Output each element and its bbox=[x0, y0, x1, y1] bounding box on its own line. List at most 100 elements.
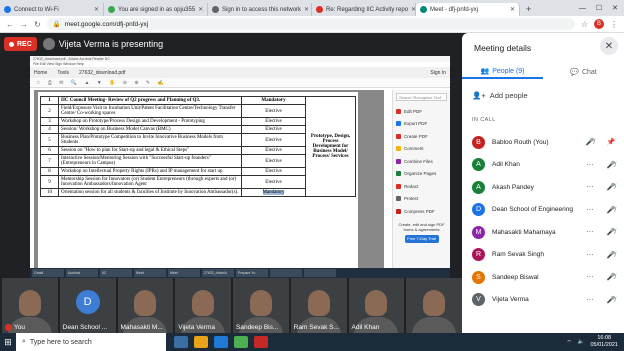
row-number: 7 bbox=[40, 154, 59, 168]
free-trial-button[interactable]: Free 7-Day Trial bbox=[404, 234, 439, 243]
mic-off-icon[interactable]: 🎤̸ bbox=[604, 251, 618, 259]
reload-icon[interactable]: ↻ bbox=[34, 20, 41, 29]
close-panel-icon[interactable]: ✕ bbox=[600, 37, 618, 55]
more-options-icon[interactable]: ⋯ bbox=[583, 251, 597, 259]
star-icon[interactable]: ☆ bbox=[581, 20, 588, 29]
mic-off-icon[interactable]: 🎤̸ bbox=[604, 206, 618, 214]
video-tile[interactable]: Ram Sevak S... bbox=[290, 278, 347, 333]
mic-off-icon[interactable]: 🎤̸ bbox=[604, 161, 618, 169]
close-tab-icon[interactable]: ✕ bbox=[94, 6, 99, 13]
acrobat-tool-item[interactable]: Protect bbox=[396, 193, 447, 206]
focus-area-cell: Prototype, Design, Process Development f… bbox=[305, 96, 356, 197]
task-view-icon[interactable] bbox=[174, 336, 188, 348]
acrobat-tool-item[interactable]: Edit PDF bbox=[396, 105, 447, 118]
acrobat-tab-home[interactable]: Home bbox=[34, 70, 47, 76]
tab-people[interactable]: 👥 People (9) bbox=[462, 65, 543, 79]
acrobat-icon[interactable] bbox=[254, 336, 268, 348]
activity-cell: Business Plan/Prototype Competition to I… bbox=[58, 133, 242, 147]
more-options-icon[interactable]: ⋯ bbox=[583, 296, 597, 304]
chrome-icon[interactable] bbox=[234, 336, 248, 348]
type-cell: Elective bbox=[241, 146, 306, 155]
participant-row[interactable]: V Vijeta Verma ⋯ 🎤̸ bbox=[472, 289, 622, 312]
more-options-icon[interactable]: ⋯ bbox=[583, 273, 597, 281]
minimize-icon[interactable]: — bbox=[579, 5, 586, 12]
more-options-icon[interactable]: ⋯ bbox=[583, 206, 597, 214]
close-tab-icon[interactable]: ✕ bbox=[510, 6, 515, 13]
presenter-info: Vijeta Verma is presenting bbox=[42, 38, 163, 50]
clock[interactable]: 16:08 05/01/2021 bbox=[590, 335, 618, 349]
mic-off-icon[interactable]: 🎤̸ bbox=[604, 228, 618, 236]
acrobat-tool-item[interactable]: Compress PDF bbox=[396, 205, 447, 218]
browser-tab[interactable]: You are signed in as opju355 ✕ bbox=[104, 3, 208, 16]
new-tab-button[interactable]: + bbox=[520, 3, 537, 16]
acrobat-tool-item[interactable]: Create PDF bbox=[396, 130, 447, 143]
participant-row[interactable]: M Mahasakti Mahamaya ⋯ 🎤̸ bbox=[472, 221, 622, 244]
shared-taskbar-item: Meet bbox=[134, 269, 166, 277]
participant-row[interactable]: S Sandeep Biswal ⋯ 🎤̸ bbox=[472, 266, 622, 289]
acrobat-tool-item[interactable]: Combine Files bbox=[396, 155, 447, 168]
browser-tab[interactable]: Re: Regarding IIC Activity repo ✕ bbox=[312, 3, 416, 16]
menu-icon[interactable]: ⋮ bbox=[610, 20, 618, 29]
mic-off-icon[interactable]: 🎤̸ bbox=[604, 273, 618, 281]
windows-start-icon[interactable]: ⊞ bbox=[0, 333, 16, 351]
maximize-icon[interactable]: ☐ bbox=[596, 4, 602, 12]
video-tile[interactable] bbox=[406, 278, 462, 333]
browser-tab[interactable]: Meet - dfj-pnfd-yxj ✕ bbox=[416, 3, 520, 16]
tab-chat[interactable]: 💬 Chat bbox=[543, 65, 624, 79]
network-icon[interactable]: ⌔ bbox=[566, 339, 571, 346]
participant-row[interactable]: A Akash Pandey ⋯ 🎤̸ bbox=[472, 176, 622, 199]
video-tile[interactable]: You bbox=[2, 278, 58, 333]
participant-row[interactable]: D Dean School of Engineering ⋯ 🎤̸ bbox=[472, 199, 622, 222]
acrobat-tool-item[interactable]: Export PDF bbox=[396, 118, 447, 131]
shared-screen: 27632_download.pdf - Adobe Acrobat Reade… bbox=[30, 56, 450, 268]
forward-icon[interactable]: → bbox=[20, 20, 28, 29]
volume-icon[interactable]: 🔈 bbox=[578, 339, 585, 345]
video-tile[interactable]: Adil Khan bbox=[348, 278, 405, 333]
file-explorer-icon[interactable] bbox=[194, 336, 208, 348]
acrobat-tab-tools[interactable]: Tools bbox=[57, 70, 69, 76]
participant-row[interactable]: R Ram Sevak Singh ⋯ 🎤̸ bbox=[472, 244, 622, 267]
acrobat-sign-in[interactable]: Sign In bbox=[430, 70, 446, 76]
mic-off-icon[interactable]: 🎤̸ bbox=[583, 138, 597, 146]
participant-name: Sandeep Biswal bbox=[492, 273, 539, 281]
tool-label: Organize Pages bbox=[404, 171, 437, 177]
participant-list: B Babloo Routh (You) 🎤̸ 📌 A Adil Khan ⋯ 🎤̸ A Akas… bbox=[472, 131, 622, 311]
edge-icon[interactable] bbox=[214, 336, 228, 348]
profile-avatar[interactable]: B bbox=[594, 19, 604, 29]
acrobat-tool-item[interactable]: Comment bbox=[396, 143, 447, 156]
video-tile[interactable]: Vijeta Verma bbox=[175, 278, 231, 333]
tool-icon bbox=[396, 208, 401, 214]
search-icon: ⌕ bbox=[22, 338, 26, 345]
acrobat-tool-item[interactable]: Redact bbox=[396, 180, 447, 193]
tab-chat-label: Chat bbox=[581, 68, 597, 76]
back-icon[interactable]: ← bbox=[6, 20, 14, 29]
browser-tab[interactable]: Sign in to access this network ✕ bbox=[208, 3, 312, 16]
participant-row[interactable]: B Babloo Routh (You) 🎤̸ 📌 bbox=[472, 131, 622, 154]
acrobat-tool-item[interactable]: Organize Pages bbox=[396, 168, 447, 181]
pin-icon[interactable]: 📌 bbox=[604, 138, 618, 146]
close-tab-icon[interactable]: ✕ bbox=[304, 6, 309, 13]
tools-search[interactable]: Search 'Recognize Text' bbox=[396, 93, 447, 101]
mic-off-icon[interactable]: 🎤̸ bbox=[604, 183, 618, 191]
type-cell: Elective bbox=[241, 167, 306, 176]
url-field[interactable]: 🔒 meet.google.com/dfj-pnfd-yxj bbox=[46, 18, 575, 30]
browser-tab[interactable]: Connect to Wi-Fi ✕ bbox=[0, 3, 104, 16]
video-tile[interactable]: Mahasakti M... bbox=[117, 278, 174, 333]
participant-row[interactable]: A Adil Khan ⋯ 🎤̸ bbox=[472, 154, 622, 177]
activity-cell: Workshop on Prototype/Process Design and… bbox=[58, 117, 242, 126]
system-tray: ⌔ 🔈 16:08 05/01/2021 bbox=[566, 335, 624, 349]
close-tab-icon[interactable]: ✕ bbox=[198, 6, 203, 13]
taskbar-search[interactable]: ⌕ Type here to search bbox=[16, 333, 166, 351]
mic-off-icon[interactable]: 🎤̸ bbox=[604, 296, 618, 304]
video-tile[interactable]: D Dean School ... bbox=[59, 278, 116, 333]
close-window-icon[interactable]: ✕ bbox=[612, 4, 618, 12]
row-number: 5 bbox=[40, 133, 59, 147]
acrobat-tab-file[interactable]: 27632_download.pdf bbox=[79, 70, 125, 76]
video-tile[interactable]: Sandeep Bis... bbox=[233, 278, 289, 333]
more-options-icon[interactable]: ⋯ bbox=[583, 183, 597, 191]
more-options-icon[interactable]: ⋯ bbox=[583, 228, 597, 236]
add-people-button[interactable]: 👤+ Add people bbox=[472, 91, 528, 100]
panel-tabs: 👥 People (9) 💬 Chat bbox=[462, 65, 624, 79]
more-options-icon[interactable]: ⋯ bbox=[583, 161, 597, 169]
participant-name: Dean School of Engineering bbox=[492, 206, 573, 214]
